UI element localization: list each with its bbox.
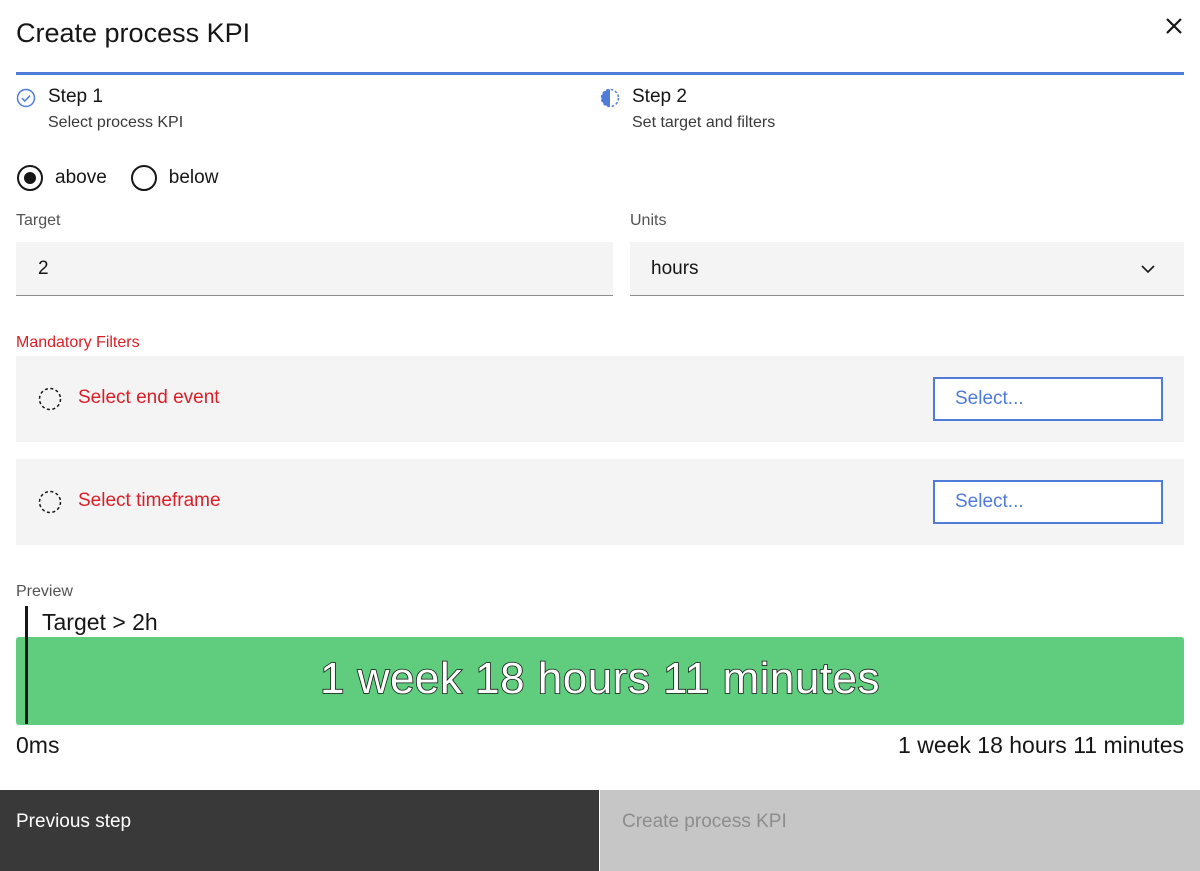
radio-below-label: below	[168, 167, 219, 188]
create-kpi-button[interactable]: Create process KPI	[600, 790, 1200, 871]
target-marker-line	[25, 606, 28, 724]
target-input[interactable]: 2	[16, 242, 613, 296]
preview-label: Preview	[16, 583, 73, 600]
preview-axis-min: 0ms	[16, 732, 60, 758]
radio-selected-dot	[24, 172, 36, 184]
radio-below-circle[interactable]	[130, 165, 157, 191]
previous-step-button[interactable]: Previous step	[0, 790, 599, 871]
comparison-radio-group: above below	[17, 165, 242, 191]
units-select[interactable]: hours	[630, 242, 1184, 296]
step-1-title: Step 1	[48, 86, 103, 107]
step-2-subtitle: Set target and filters	[632, 114, 776, 131]
radio-below[interactable]: below	[130, 165, 219, 191]
close-button[interactable]	[1160, 12, 1188, 40]
incomplete-dashed-circle-icon	[38, 490, 62, 514]
preview-axis-max: 1 week 18 hours 11 minutes	[898, 732, 1184, 758]
create-kpi-modal: Create process KPI Step 1 Select process…	[0, 0, 1200, 871]
radio-above[interactable]: above	[17, 165, 107, 191]
radio-above-label: above	[55, 167, 107, 188]
step-2-title: Step 2	[632, 86, 687, 107]
preview-bar-text: 1 week 18 hours 11 minutes	[319, 653, 881, 704]
mandatory-filters-title: Mandatory Filters	[16, 334, 140, 351]
incomplete-half-icon	[600, 88, 620, 108]
select-timeframe-button[interactable]: Select...	[933, 480, 1163, 524]
target-label: Target	[16, 212, 61, 229]
filter-row-end-event: Select end event Select...	[16, 356, 1184, 442]
progress-indicator-track	[16, 72, 1184, 75]
close-icon	[1166, 18, 1182, 34]
target-input-value: 2	[38, 257, 49, 279]
incomplete-dashed-circle-icon	[38, 387, 62, 411]
filter-timeframe-label: Select timeframe	[78, 490, 221, 511]
target-marker-label: Target > 2h	[42, 609, 158, 635]
chevron-down-icon	[1141, 265, 1155, 274]
filter-row-timeframe: Select timeframe Select...	[16, 459, 1184, 545]
select-end-event-button[interactable]: Select...	[933, 377, 1163, 421]
filter-end-event-label: Select end event	[78, 387, 220, 408]
modal-title: Create process KPI	[16, 18, 251, 48]
step-1-subtitle: Select process KPI	[48, 114, 184, 131]
checkmark-outline-icon	[16, 88, 36, 108]
units-label: Units	[630, 212, 667, 229]
units-select-value: hours	[651, 257, 699, 279]
radio-above-circle[interactable]	[17, 165, 43, 191]
